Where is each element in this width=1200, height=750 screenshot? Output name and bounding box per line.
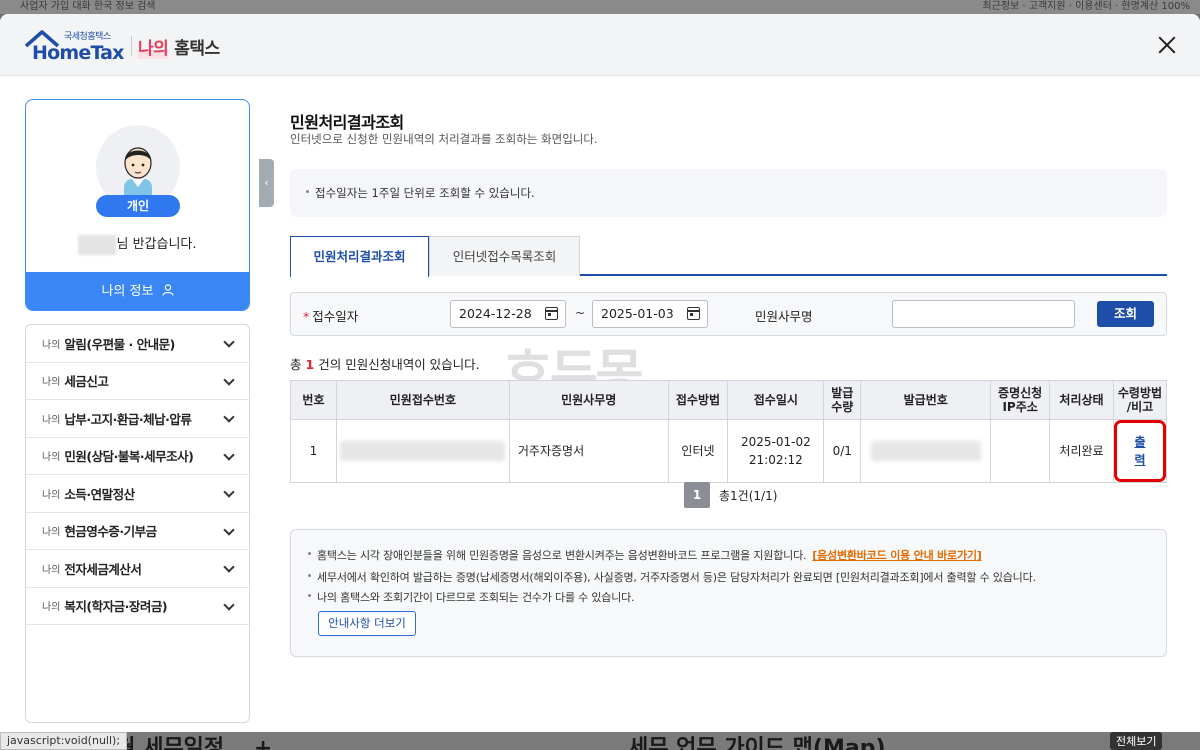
menu-item-payment[interactable]: 나의 납부·고지·환급·체납·압류: [26, 400, 249, 438]
logo-small-text: 국세청홈택스: [64, 32, 111, 42]
petition-name-input[interactable]: [892, 300, 1075, 328]
bullet-icon: [308, 574, 311, 577]
date-from-input[interactable]: 2024-12-28: [450, 300, 566, 328]
result-tabs: 민원처리결과조회 인터넷접수목록조회: [290, 236, 1167, 278]
user-type-badge: 개인: [96, 195, 180, 217]
column-header: 민원접수번호: [335, 380, 510, 420]
tab-petition-result[interactable]: 민원처리결과조회: [290, 236, 429, 278]
page-1-button[interactable]: 1: [684, 482, 710, 508]
print-link[interactable]: 출력: [1113, 420, 1166, 482]
calendar-icon[interactable]: [687, 307, 700, 320]
request-ip-cell: [990, 419, 1051, 483]
info-line: 홈택스는 시각 장애인분들을 위해 민원증명을 음성으로 변환시켜주는 음성변환…: [308, 547, 982, 563]
blurred-receipt-number: [340, 441, 506, 461]
row-number: 1: [290, 419, 337, 483]
menu-item-notifications[interactable]: 나의 알림(우편물 · 안내문): [26, 325, 249, 363]
view-more-notices-button[interactable]: 안내사항 더보기: [318, 611, 416, 636]
notice-box: 접수일자는 1주일 단위로 조회할 수 있습니다.: [290, 169, 1167, 217]
menu-item-welfare[interactable]: 나의 복지(학자금·장려금): [26, 588, 249, 625]
close-icon[interactable]: [1156, 34, 1178, 56]
bullet-icon: [308, 594, 311, 597]
greeting-text: 님 반갑습니다.: [26, 233, 249, 255]
background-view-all-button: 전체보기: [1110, 732, 1163, 750]
pagination-summary: 총1건(1/1): [719, 489, 778, 503]
column-header: 민원사무명: [508, 380, 669, 420]
chevron-down-icon: [223, 448, 235, 461]
background-top-left-text: 사업자 가입 대화 한국 정보 검색: [20, 1, 156, 12]
person-icon: [161, 284, 174, 296]
calendar-icon[interactable]: [545, 307, 558, 320]
tab-internet-receipt-list[interactable]: 인터넷접수목록조회: [429, 236, 580, 276]
info-line: 세무서에서 확인하여 발급하는 증명(납세증명서(해외이주용), 사실증명, 거…: [308, 569, 1036, 585]
blurred-username: [78, 234, 117, 255]
search-button[interactable]: 조회: [1097, 301, 1154, 327]
issue-quantity-cell: 0/1: [823, 419, 862, 483]
header-divider: [131, 36, 132, 56]
notice-text: 접수일자는 1주일 단위로 조회할 수 있습니다.: [315, 186, 535, 200]
background-guide-map-heading: 세무 업무 가이드 맵(Map): [628, 736, 886, 750]
my-hometax-title: 나의 홈택스: [138, 39, 220, 59]
background-top-right-text: 최근정보 · 고객지원 · 이용센터 · 현명계산 100%: [982, 1, 1190, 12]
column-header: 접수방법: [667, 380, 729, 420]
bullet-icon: [308, 552, 311, 555]
petition-result-table: 번호 민원접수번호 민원사무명 접수방법 접수일시 발급 수량 발급번호 증명신청…: [290, 380, 1168, 483]
chevron-down-icon: [223, 336, 235, 348]
issue-number-cell: [860, 419, 992, 483]
result-count-text: 총 1 건의 민원신청내역이 있습니다.: [290, 357, 480, 372]
my-hometax-modal: 국세청홈택스 HomeTax 나의 홈택스 개인 님 반갑습니다. 나의 정보 …: [0, 14, 1200, 732]
petition-name-label: 민원사무명: [755, 309, 813, 324]
info-notes-box: 홈택스는 시각 장애인분들을 위해 민원증명을 음성으로 변환시켜주는 음성변환…: [290, 529, 1167, 657]
column-header: 수령방법/비고: [1112, 380, 1168, 420]
modal-header: 국세청홈택스 HomeTax 나의 홈택스: [0, 14, 1200, 76]
receipt-datetime-cell: 2025-01-02 21:02:12: [727, 419, 825, 483]
column-header: 접수일시: [727, 380, 825, 420]
chevron-down-icon: [223, 561, 235, 573]
page-title: 민원처리결과조회: [290, 113, 404, 132]
chevron-down-icon: [223, 486, 235, 498]
petition-name-cell: 거주자증명서: [508, 419, 669, 483]
chevron-left-icon: ‹: [264, 176, 269, 189]
chevron-down-icon: [223, 598, 235, 611]
logo-main-text: HomeTax: [32, 42, 124, 64]
action-cell: 출력: [1112, 419, 1168, 483]
sidebar-collapse-button[interactable]: ‹: [259, 159, 274, 207]
chevron-down-icon: [223, 411, 235, 423]
voice-barcode-guide-link[interactable]: [음성변환바코드 이용 안내 바로가기]: [812, 549, 982, 562]
menu-item-civil-petition[interactable]: 나의 민원(상담·불복·세무조사): [26, 438, 249, 475]
menu-item-income[interactable]: 나의 소득·연말정산: [26, 475, 249, 513]
search-filter-bar: * 접수일자 2024-12-28 ~ 2025-01-03 민원사무명 조회: [290, 292, 1167, 336]
menu-item-cash-receipt[interactable]: 나의 현금영수증·기부금: [26, 513, 249, 550]
page-description: 인터넷으로 신청한 민원내역의 처리결과를 조회하는 화면입니다.: [290, 132, 598, 146]
column-header: 증명신청 IP주소: [990, 380, 1051, 420]
receipt-number-cell: [335, 419, 510, 483]
receipt-date-label: * 접수일자: [303, 309, 359, 324]
column-header: 처리상태: [1049, 380, 1114, 420]
menu-item-e-invoice[interactable]: 나의 전자세금계산서: [26, 550, 249, 588]
bullet-icon: [306, 190, 309, 193]
profile-card: 개인 님 반갑습니다. 나의 정보: [25, 99, 250, 311]
info-line: 나의 홈택스와 조회기간이 다르므로 조회되는 건수가 다를 수 있습니다.: [308, 589, 635, 605]
menu-item-tax-filing[interactable]: 나의 세금신고: [26, 363, 249, 400]
column-header: 발급 수량: [823, 380, 862, 420]
column-header: 발급번호: [860, 380, 992, 420]
column-header: 번호: [290, 380, 337, 420]
date-range-separator: ~: [575, 306, 586, 320]
chevron-down-icon: [223, 523, 235, 536]
hometax-logo[interactable]: 국세청홈택스 HomeTax: [24, 26, 128, 66]
date-to-input[interactable]: 2025-01-03: [592, 300, 708, 328]
background-page-top: 사업자 가입 대화 한국 정보 검색 최근정보 · 고객지원 · 이용센터 · …: [0, 0, 1200, 14]
chevron-down-icon: [223, 373, 235, 386]
table-header-row: 번호 민원접수번호 민원사무명 접수방법 접수일시 발급 수량 발급번호 증명신청…: [290, 380, 1168, 420]
status-cell: 처리완료: [1049, 419, 1114, 483]
browser-status-bar: javascript:void(null);: [0, 732, 128, 750]
blurred-issue-number: [870, 441, 981, 461]
table-row: 1 거주자증명서 인터넷 2025-01-02 21:02:12 0/1 처리완료…: [290, 419, 1168, 483]
my-info-button[interactable]: 나의 정보: [26, 272, 249, 310]
receipt-method-cell: 인터넷: [667, 419, 729, 483]
my-menu-panel: 나의 알림(우편물 · 안내문) 나의 세금신고 나의 납부·고지·환급·체납·압류 …: [25, 324, 250, 723]
